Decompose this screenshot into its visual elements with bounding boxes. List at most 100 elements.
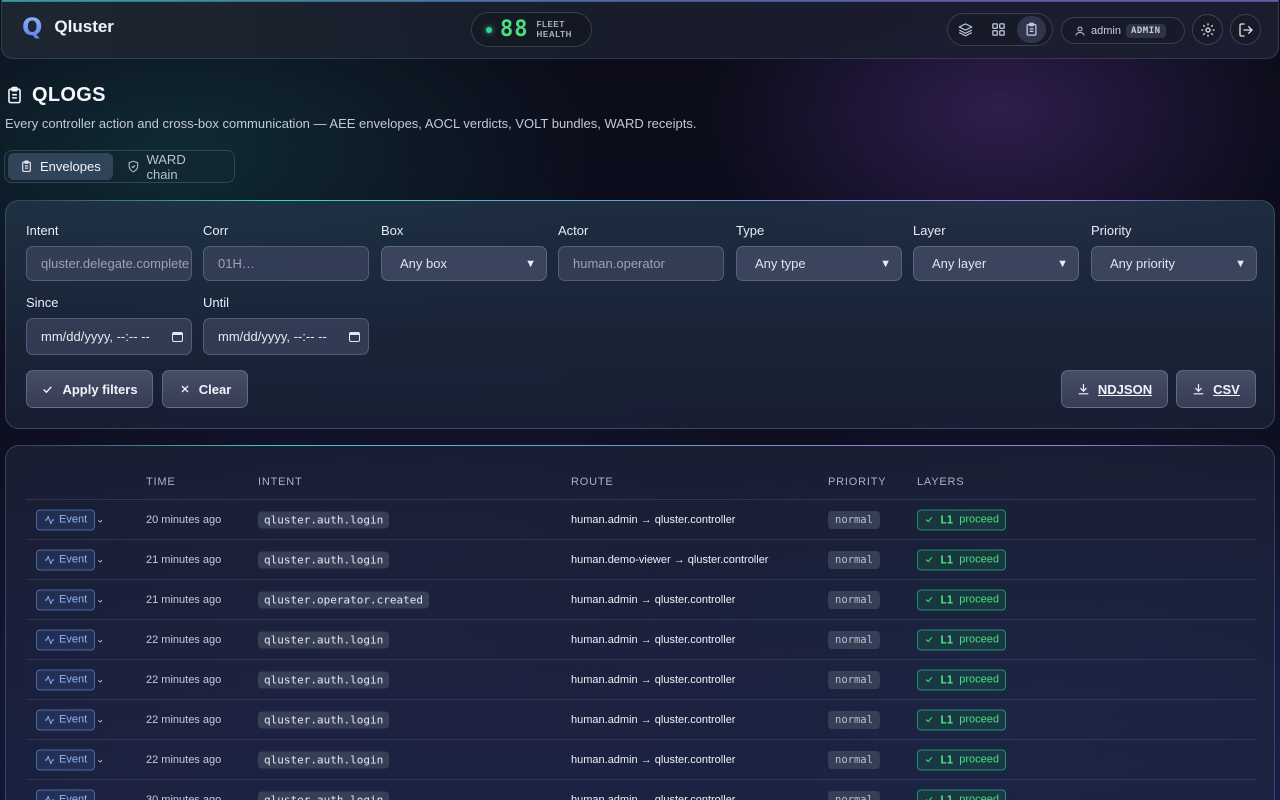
health-label-line2: HEALTH xyxy=(536,29,572,39)
layer-verdict: proceed xyxy=(959,673,1000,686)
table-row[interactable]: Event ⌄ 21 minutes ago qluster.operator.… xyxy=(26,580,1256,620)
event-type-button[interactable]: Event xyxy=(36,589,96,610)
chevron-down-icon[interactable]: ⌄ xyxy=(96,634,104,645)
box-select[interactable]: Any box ▼ xyxy=(381,246,547,281)
page-title: QLOGS xyxy=(5,84,106,107)
event-type-button[interactable]: Event xyxy=(36,709,96,730)
shield-check-icon xyxy=(128,160,138,173)
row-intent: qluster.operator.created xyxy=(258,591,429,608)
layer-verdict-badge[interactable]: L1 proceed xyxy=(917,509,1007,530)
priority-label: Priority xyxy=(1091,223,1132,238)
layer-select[interactable]: Any layer ▼ xyxy=(913,246,1079,281)
layer-level: L1 xyxy=(940,753,954,766)
until-value: mm/dd/yyyy, --:-- -- xyxy=(218,329,327,344)
layer-verdict-badge[interactable]: L1 proceed xyxy=(917,549,1007,570)
calendar-icon[interactable] xyxy=(349,331,360,342)
column-header-intent[interactable]: INTENT xyxy=(258,476,303,488)
row-route: human.admin → qluster.controller xyxy=(571,753,736,766)
event-type-button[interactable]: Event xyxy=(36,669,96,690)
layer-verdict-badge[interactable]: L1 proceed xyxy=(917,709,1007,730)
column-header-route[interactable]: ROUTE xyxy=(571,476,614,488)
check-icon xyxy=(925,517,933,523)
chevron-down-icon[interactable]: ⌄ xyxy=(96,674,104,685)
table-row[interactable]: Event ⌄ 22 minutes ago qluster.auth.logi… xyxy=(26,620,1256,660)
row-intent: qluster.auth.login xyxy=(258,511,390,528)
row-intent: qluster.auth.login xyxy=(258,631,390,648)
layer-verdict-badge[interactable]: L1 proceed xyxy=(917,749,1007,770)
chevron-down-icon: ▼ xyxy=(1235,257,1246,270)
event-type-button[interactable]: Event xyxy=(36,509,96,530)
check-icon xyxy=(925,797,933,800)
column-header-layers[interactable]: LAYERS xyxy=(917,476,964,488)
clipboard-icon xyxy=(22,160,31,172)
table-row[interactable]: Event ⌄ 22 minutes ago qluster.auth.logi… xyxy=(26,660,1256,700)
chevron-down-icon[interactable]: ⌄ xyxy=(96,554,104,565)
chevron-down-icon[interactable]: ⌄ xyxy=(96,514,104,525)
chevron-down-icon[interactable]: ⌄ xyxy=(96,594,104,605)
actor-input[interactable]: human.operator xyxy=(558,246,724,281)
user-menu[interactable]: admin ADMIN xyxy=(1061,17,1185,44)
tab-ward-chain[interactable]: WARD chain xyxy=(115,152,231,182)
event-type-button[interactable]: Event xyxy=(36,789,96,800)
since-datetime-input[interactable]: mm/dd/yyyy, --:-- -- xyxy=(26,318,192,355)
export-csv-button[interactable]: CSV xyxy=(1176,370,1256,408)
grid-view-button[interactable] xyxy=(984,16,1013,43)
settings-button[interactable] xyxy=(1192,14,1223,45)
apply-filters-button[interactable]: Apply filters xyxy=(26,370,153,408)
layer-verdict-badge[interactable]: L1 proceed xyxy=(917,629,1007,650)
priority-select[interactable]: Any priority ▼ xyxy=(1091,246,1257,281)
calendar-icon[interactable] xyxy=(172,331,183,342)
table-row[interactable]: Event ⌄ 21 minutes ago qluster.auth.logi… xyxy=(26,540,1256,580)
row-time: 20 minutes ago xyxy=(146,513,222,526)
chevron-down-icon: ▼ xyxy=(525,257,536,270)
table-row[interactable]: Event ⌄ 22 minutes ago qluster.auth.logi… xyxy=(26,700,1256,740)
clear-button[interactable]: Clear xyxy=(162,370,248,408)
role-badge: ADMIN xyxy=(1125,23,1166,38)
actor-label: Actor xyxy=(558,223,589,238)
layer-verdict: proceed xyxy=(959,793,1000,800)
type-select[interactable]: Any type ▼ xyxy=(736,246,902,281)
layers-view-button[interactable] xyxy=(951,16,980,43)
tab-envelopes[interactable]: Envelopes xyxy=(8,153,113,180)
event-type-button[interactable]: Event xyxy=(36,549,96,570)
logout-button[interactable] xyxy=(1230,14,1261,45)
event-type-label: Event xyxy=(59,553,88,566)
table-row[interactable]: Event ⌄ 22 minutes ago qluster.auth.logi… xyxy=(26,740,1256,780)
box-select-value: Any box xyxy=(400,256,447,271)
type-label: Type xyxy=(736,223,765,238)
type-select-value: Any type xyxy=(755,256,806,271)
corr-input[interactable]: 01H… xyxy=(203,246,369,281)
chevron-down-icon[interactable]: ⌄ xyxy=(96,794,104,800)
event-type-label: Event xyxy=(59,593,88,606)
column-header-priority[interactable]: PRIORITY xyxy=(828,476,886,488)
page-title-text: QLOGS xyxy=(32,84,106,106)
until-datetime-input[interactable]: mm/dd/yyyy, --:-- -- xyxy=(203,318,369,355)
row-time: 22 minutes ago xyxy=(146,673,222,686)
chevron-down-icon[interactable]: ⌄ xyxy=(96,714,104,725)
intent-input[interactable]: qluster.delegate.complete xyxy=(26,246,192,281)
fleet-health-indicator[interactable]: 88 FLEET HEALTH xyxy=(471,12,592,47)
layer-verdict-badge[interactable]: L1 proceed xyxy=(917,789,1007,800)
brand[interactable]: Q Qluster xyxy=(22,14,114,40)
column-header-time[interactable]: TIME xyxy=(146,476,175,488)
layer-verdict-badge[interactable]: L1 proceed xyxy=(917,589,1007,610)
row-priority-badge: normal xyxy=(828,550,880,569)
row-priority-badge: normal xyxy=(828,670,880,689)
row-intent: qluster.auth.login xyxy=(258,791,390,800)
logs-view-button[interactable] xyxy=(1017,16,1046,43)
row-route: human.admin → qluster.controller xyxy=(571,513,736,526)
layer-verdict-badge[interactable]: L1 proceed xyxy=(917,669,1007,690)
layer-verdict: proceed xyxy=(959,633,1000,646)
layer-level: L1 xyxy=(940,553,954,566)
table-row[interactable]: Event ⌄ 30 minutes ago qluster.auth.logi… xyxy=(26,780,1256,800)
export-ndjson-button[interactable]: NDJSON xyxy=(1061,370,1168,408)
layer-verdict: proceed xyxy=(959,753,1000,766)
event-type-button[interactable]: Event xyxy=(36,629,96,650)
row-priority-badge: normal xyxy=(828,750,880,769)
chevron-down-icon[interactable]: ⌄ xyxy=(96,754,104,765)
activity-icon xyxy=(44,555,55,564)
download-icon xyxy=(1078,383,1089,394)
box-label: Box xyxy=(381,223,404,238)
table-row[interactable]: Event ⌄ 20 minutes ago qluster.auth.logi… xyxy=(26,500,1256,540)
event-type-button[interactable]: Event xyxy=(36,749,96,770)
